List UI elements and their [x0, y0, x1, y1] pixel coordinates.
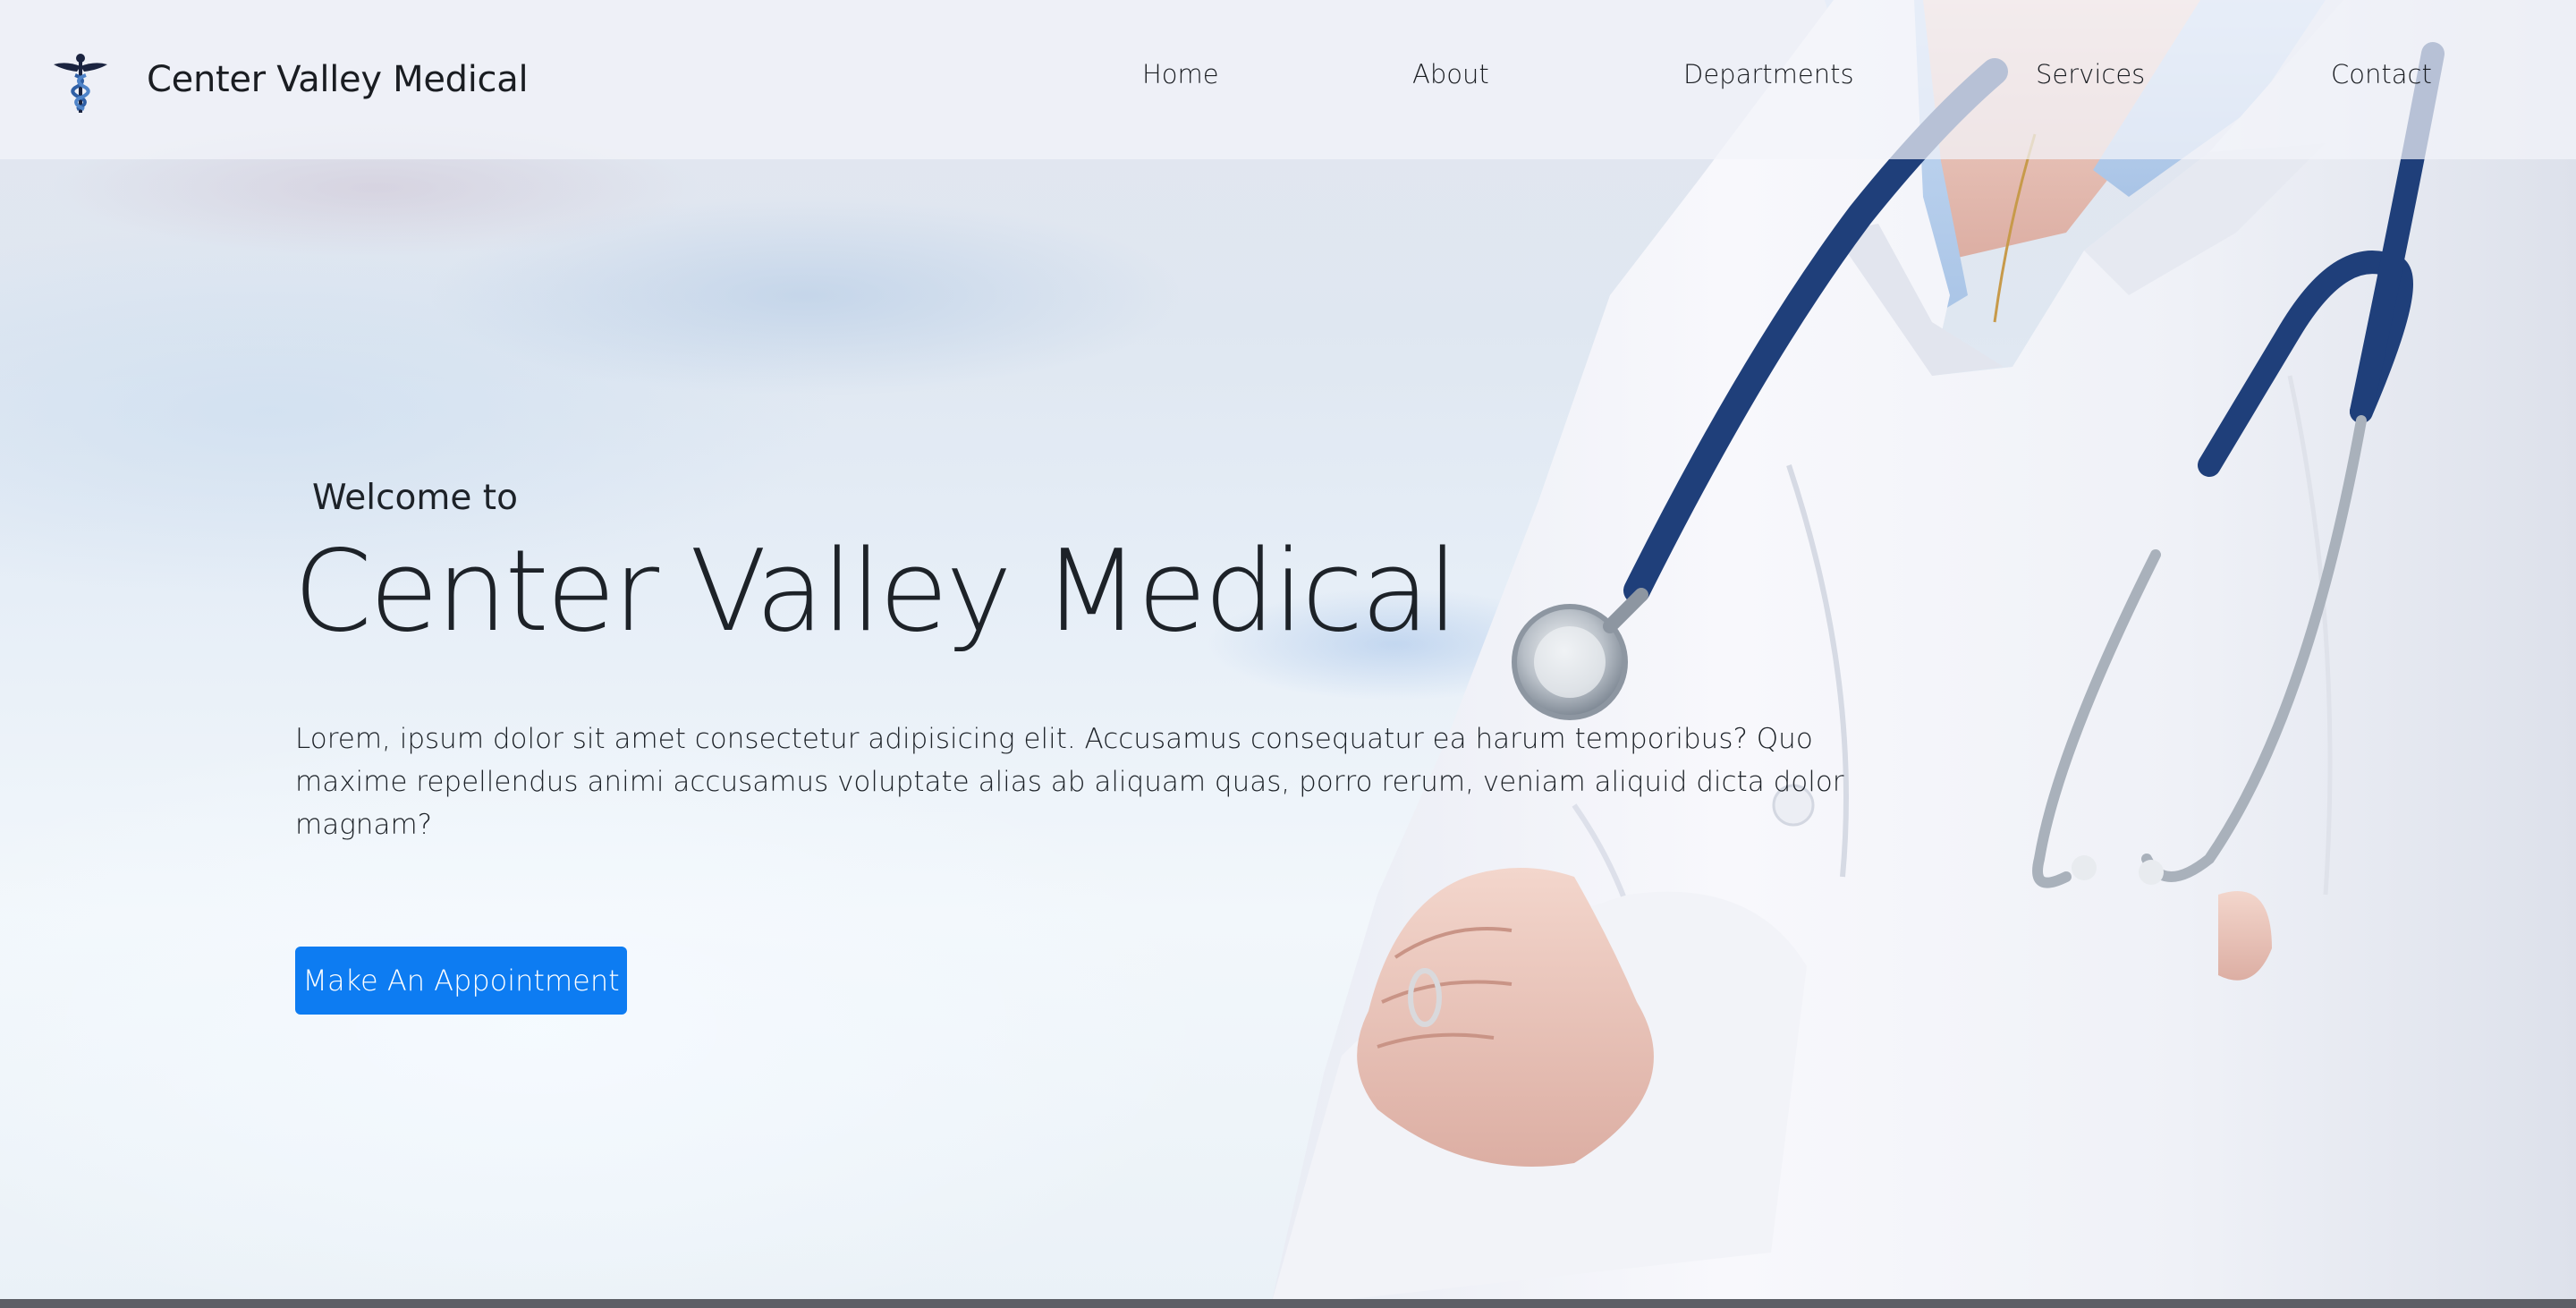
nav-link-services[interactable]: Services	[2036, 59, 2145, 89]
nav-link-about[interactable]: About	[1412, 59, 1489, 89]
hero-section: Welcome to Center Valley Medical Lorem, …	[0, 0, 2576, 1308]
nav-link-departments[interactable]: Departments	[1683, 59, 1854, 89]
main-nav: Home About Departments Services Contact	[0, 59, 2576, 104]
nav-link-contact[interactable]: Contact	[2331, 59, 2432, 89]
hero-eyebrow: Welcome to	[312, 478, 518, 518]
make-appointment-button[interactable]: Make An Appointment	[295, 947, 627, 1015]
hero-description: Lorem, ipsum dolor sit amet consectetur …	[295, 723, 1844, 841]
nav-link-home[interactable]: Home	[1142, 59, 1219, 89]
hero-title: Center Valley Medical	[293, 525, 1459, 657]
top-navbar: Center Valley Medical Home About Departm…	[0, 0, 2576, 159]
